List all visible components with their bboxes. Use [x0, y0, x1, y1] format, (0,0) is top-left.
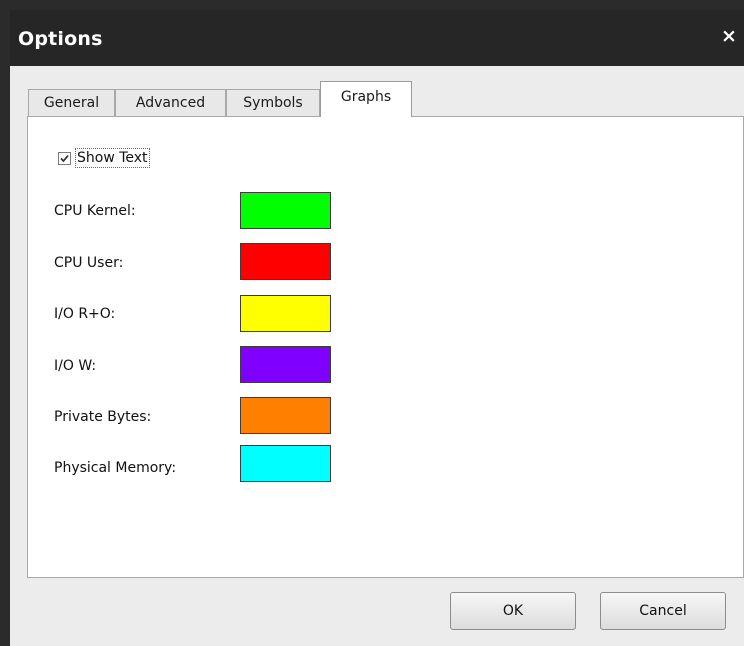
color-label-cpu-user: CPU User:	[54, 255, 124, 271]
color-label-io-read-other: I/O R+O:	[54, 306, 116, 322]
options-dialog: Options × General Advanced Symbols Graph…	[10, 10, 744, 646]
checkmark-icon	[60, 154, 69, 162]
show-text-checkbox[interactable]	[58, 151, 71, 165]
color-swatch-cpu-user[interactable]	[240, 243, 331, 280]
color-label-physical-memory: Physical Memory:	[54, 460, 177, 476]
color-swatch-private-bytes[interactable]	[240, 397, 331, 434]
title-bar: Options ×	[10, 10, 744, 66]
color-label-cpu-kernel: CPU Kernel:	[54, 203, 136, 219]
cancel-button[interactable]: Cancel	[600, 592, 726, 630]
tab-symbols[interactable]: Symbols	[226, 89, 320, 116]
color-label-private-bytes: Private Bytes:	[54, 409, 152, 425]
show-text-row: Show Text	[58, 147, 150, 169]
color-swatch-io-read-other[interactable]	[240, 295, 331, 332]
graphs-panel: Show Text CPU Kernel: CPU User: I/O R+O:…	[27, 116, 744, 578]
tab-general[interactable]: General	[28, 89, 115, 116]
color-swatch-io-write[interactable]	[240, 346, 331, 383]
tab-graphs[interactable]: Graphs	[320, 81, 412, 117]
dialog-title: Options	[18, 28, 103, 50]
color-label-io-write: I/O W:	[54, 358, 97, 374]
color-swatch-physical-memory[interactable]	[240, 445, 331, 482]
close-icon[interactable]: ×	[718, 25, 740, 47]
tab-advanced[interactable]: Advanced	[115, 89, 226, 116]
ok-button[interactable]: OK	[450, 592, 576, 630]
show-text-label[interactable]: Show Text	[75, 148, 150, 168]
color-swatch-cpu-kernel[interactable]	[240, 192, 331, 229]
